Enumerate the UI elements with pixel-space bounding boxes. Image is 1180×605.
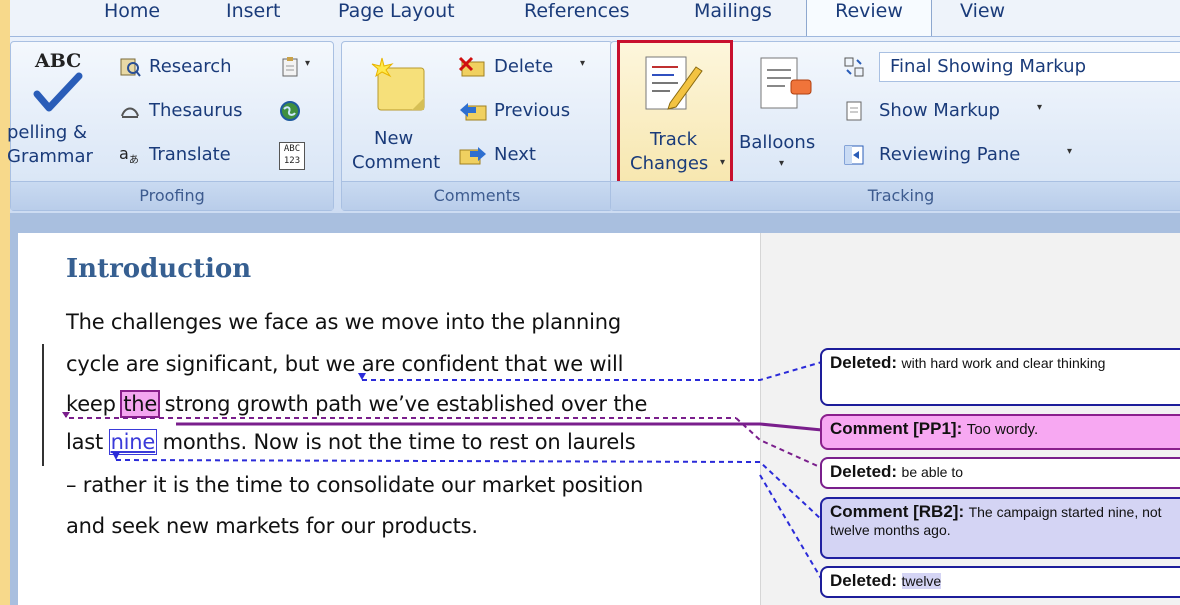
balloon-comment-rb2[interactable]: Comment [RB2]: The campaign started nine… <box>820 497 1180 559</box>
balloon-label: Deleted: <box>830 571 898 590</box>
balloon-deleted[interactable]: Deleted: be able to <box>820 457 1180 489</box>
balloon-label: Deleted: <box>830 353 898 372</box>
balloon-comment-pp1[interactable]: Comment [PP1]: Too wordy. <box>820 414 1180 450</box>
balloon-label: Deleted: <box>830 462 898 481</box>
balloon-deleted[interactable]: Deleted: twelve <box>820 566 1180 598</box>
balloon-label: Comment [RB2]: <box>830 502 965 521</box>
balloon-text: twelve <box>901 573 942 589</box>
balloon-text: with hard work and clear thinking <box>901 355 1106 371</box>
balloon-deleted[interactable]: Deleted: with hard work and clear thinki… <box>820 348 1180 406</box>
balloon-text: be able to <box>901 464 964 480</box>
balloon-label: Comment [PP1]: <box>830 419 963 438</box>
balloon-text: Too wordy. <box>966 421 1039 438</box>
